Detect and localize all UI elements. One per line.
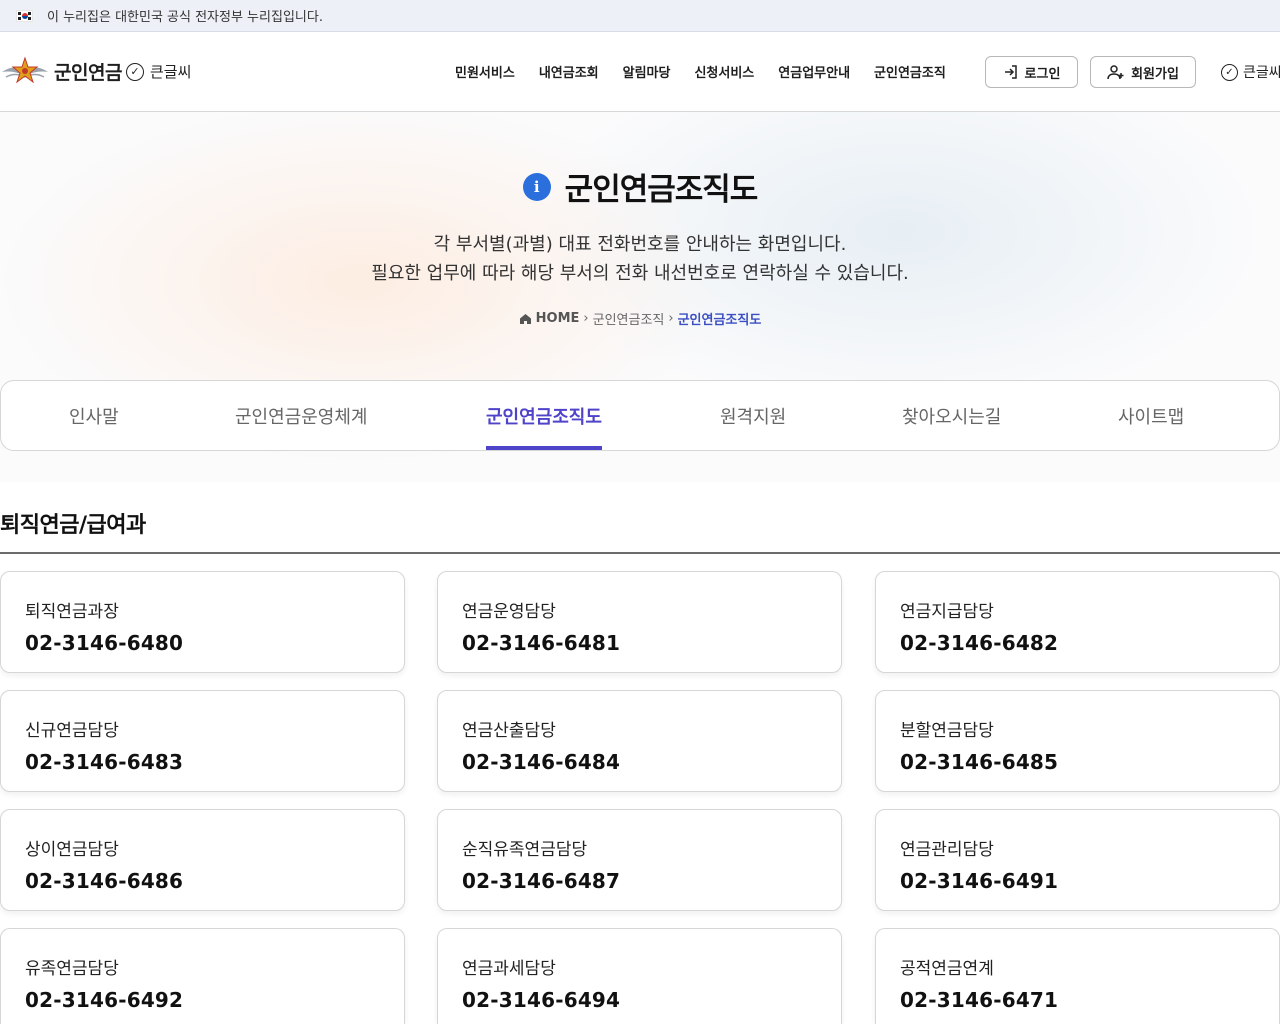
tab-directions[interactable]: 찾아오시는길 [902, 381, 1001, 450]
phone-number[interactable]: 02-3146-6480 [25, 631, 404, 655]
nav-item-my-pension[interactable]: 내연금조회 [539, 62, 599, 81]
military-emblem-icon [2, 56, 48, 84]
contact-card: 신규연금담당 02-3146-6483 [0, 690, 405, 792]
contact-card: 순직유족연금담당 02-3146-6487 [437, 809, 842, 911]
page-description-line1: 각 부서별(과별) 대표 전화번호를 안내하는 화면입니다. [433, 234, 847, 255]
tab-operation-system[interactable]: 군인연금운영체계 [235, 381, 367, 450]
phone-number[interactable]: 02-3146-6481 [462, 631, 841, 655]
big-font-label: 큰글씨 [150, 63, 192, 81]
big-font-toggle[interactable]: ✓ 큰글씨 [126, 61, 191, 82]
contact-card: 분할연금담당 02-3146-6485 [875, 690, 1280, 792]
breadcrumb: HOME › 군인연금조직 › 군인연금조직도 [0, 309, 1280, 328]
nav-item-civil-service[interactable]: 민원서비스 [455, 62, 515, 81]
big-font-toggle-right[interactable]: ✓ 큰글씨 [1221, 62, 1280, 82]
nav-item-notice[interactable]: 알림마당 [623, 62, 671, 81]
department-name: 분할연금담당 [900, 721, 994, 741]
contact-card: 연금관리담당 02-3146-6491 [875, 809, 1280, 911]
phone-number[interactable]: 02-3146-6494 [462, 988, 841, 1012]
breadcrumb-home[interactable]: HOME [519, 311, 579, 326]
logo-text: 군인연금 [54, 61, 122, 84]
signup-label: 회원가입 [1131, 66, 1179, 82]
tab-remote-support[interactable]: 원격지원 [720, 381, 786, 450]
signup-button[interactable]: 회원가입 [1090, 56, 1196, 88]
phone-number[interactable]: 02-3146-6487 [462, 869, 841, 893]
tab-sitemap[interactable]: 사이트맵 [1118, 381, 1184, 450]
contact-card: 연금과세담당 02-3146-6494 [437, 928, 842, 1024]
phone-number[interactable]: 02-3146-6471 [900, 988, 1279, 1012]
sub-tabs: 인사말 군인연금운영체계 군인연금조직도 원격지원 찾아오시는길 사이트맵 [0, 380, 1280, 451]
login-button[interactable]: 로그인 [985, 56, 1078, 88]
site-logo[interactable]: 군인연금 [0, 50, 122, 92]
contact-card: 상이연금담당 02-3146-6486 [0, 809, 405, 911]
contact-card: 연금지급담당 02-3146-6482 [875, 571, 1280, 673]
tab-greeting[interactable]: 인사말 [69, 381, 119, 450]
main-navigation: 민원서비스 내연금조회 알림마당 신청서비스 연금업무안내 군인연금조직 [443, 62, 958, 81]
department-name: 신규연금담당 [25, 721, 119, 741]
breadcrumb-parent[interactable]: 군인연금조직 [593, 309, 665, 328]
contact-card: 연금산출담당 02-3146-6484 [437, 690, 842, 792]
nav-item-pension-guide[interactable]: 연금업무안내 [778, 62, 850, 81]
contact-card: 유족연금담당 02-3146-6492 [0, 928, 405, 1024]
login-icon [1004, 65, 1017, 79]
tab-organization-chart[interactable]: 군인연금조직도 [486, 381, 602, 450]
phone-number[interactable]: 02-3146-6492 [25, 988, 404, 1012]
department-name: 연금과세담당 [462, 959, 556, 979]
page-description-line2: 필요한 업무에 따라 해당 부서의 전화 내선번호로 연락하실 수 있습니다. [371, 263, 909, 284]
department-name: 연금운영담당 [462, 602, 556, 622]
info-icon: i [522, 172, 551, 201]
add-user-icon [1107, 65, 1124, 80]
department-name: 유족연금담당 [25, 959, 119, 979]
nav-item-organization[interactable]: 군인연금조직 [874, 62, 946, 81]
contact-card: 공적연금연계 02-3146-6471 [875, 928, 1280, 1024]
big-font-label-right: 큰글씨 [1243, 65, 1280, 81]
check-circle-icon: ✓ [126, 62, 144, 81]
site-header: 군인연금 ✓ 큰글씨 민원서비스 내연금조회 알림마당 신청서비스 연금업무안내… [0, 32, 1280, 112]
home-icon [519, 313, 531, 324]
department-name: 연금산출담당 [462, 721, 556, 741]
contact-card: 퇴직연금과장 02-3146-6480 [0, 571, 405, 673]
section-title: 퇴직연금/급여과 [0, 513, 146, 538]
page-title: 군인연금조직도 [564, 172, 759, 208]
department-name: 순직유족연금담당 [462, 840, 588, 860]
login-label: 로그인 [1024, 66, 1061, 82]
contact-card: 연금운영담당 02-3146-6481 [437, 571, 842, 673]
department-name: 연금관리담당 [900, 840, 994, 860]
chevron-right-icon: › [668, 311, 674, 326]
breadcrumb-current: 군인연금조직도 [677, 313, 762, 328]
chevron-right-icon: › [583, 311, 589, 326]
phone-number[interactable]: 02-3146-6486 [25, 869, 404, 893]
phone-number[interactable]: 02-3146-6485 [900, 750, 1279, 774]
section-divider [0, 552, 1280, 554]
phone-number[interactable]: 02-3146-6482 [900, 631, 1279, 655]
phone-number[interactable]: 02-3146-6484 [462, 750, 841, 774]
korea-flag-icon [16, 9, 33, 22]
gov-official-banner: 이 누리집은 대한민국 공식 전자정부 누리집입니다. [0, 0, 1280, 32]
phone-number[interactable]: 02-3146-6483 [25, 750, 404, 774]
check-circle-icon: ✓ [1221, 63, 1238, 81]
phone-number[interactable]: 02-3146-6491 [900, 869, 1279, 893]
department-name: 퇴직연금과장 [25, 602, 119, 622]
gov-banner-text: 이 누리집은 대한민국 공식 전자정부 누리집입니다. [47, 10, 323, 25]
department-name: 연금지급담당 [900, 602, 994, 622]
nav-item-application[interactable]: 신청서비스 [694, 62, 754, 81]
department-name: 공적연금연계 [900, 959, 994, 979]
department-name: 상이연금담당 [25, 840, 119, 860]
